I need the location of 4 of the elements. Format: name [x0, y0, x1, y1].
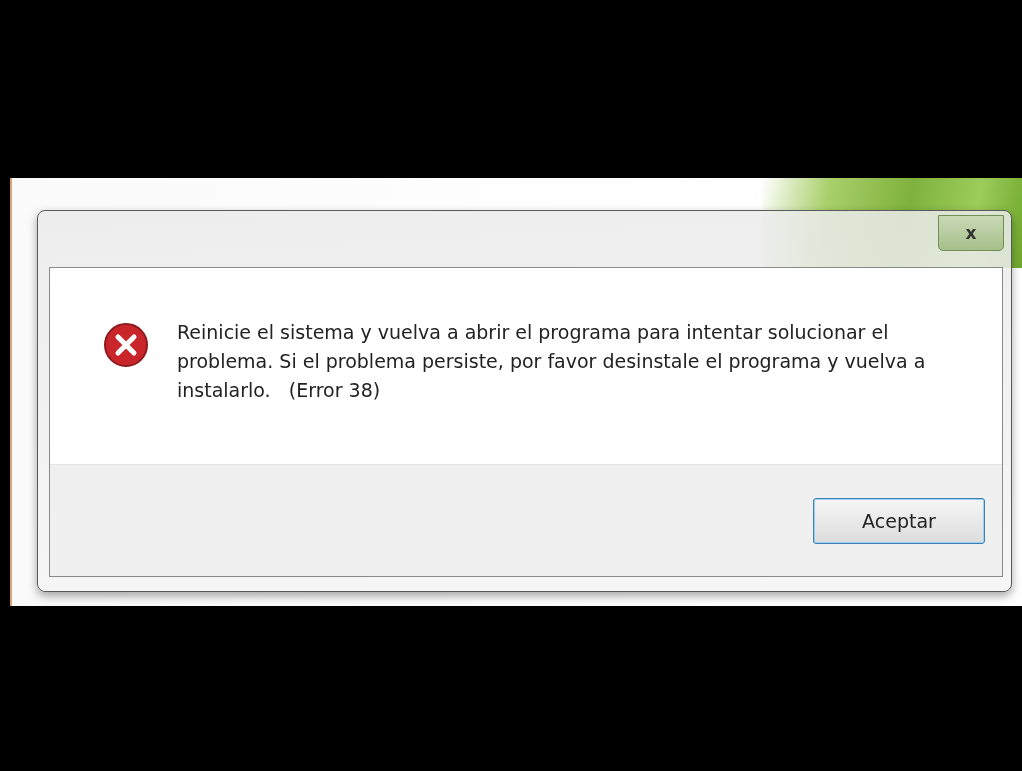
close-button[interactable]: x [938, 215, 1004, 251]
error-icon [103, 322, 149, 368]
error-message: Reinicie el sistema y vuelva a abrir el programa para intentar solucionar el problema. Si el problema persiste, por favor desinstale el programa y vuelva a instalarlo. (Error 38) [177, 320, 927, 403]
accept-button[interactable]: Aceptar [813, 497, 985, 544]
